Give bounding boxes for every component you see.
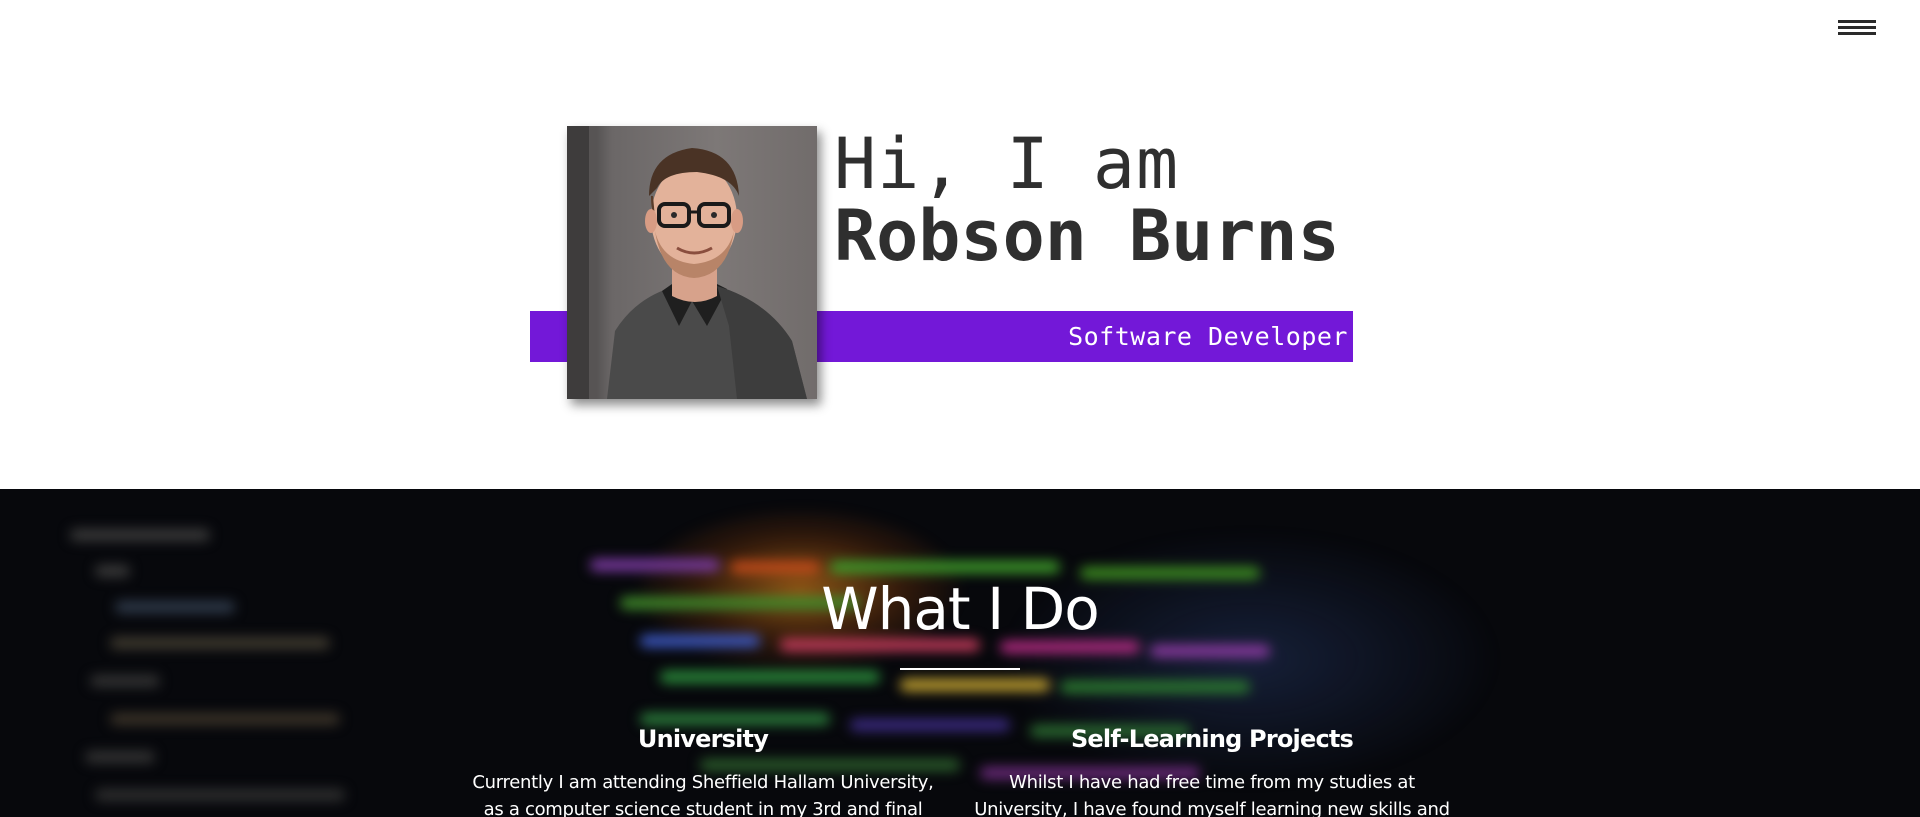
greeting-text: Hi, I am (834, 123, 1180, 205)
role-text: Software Developer (1068, 322, 1348, 351)
code-background-image (0, 489, 1920, 817)
portrait-image (567, 126, 817, 399)
menu-bar-bottom (1838, 32, 1876, 35)
portrait-illustration (567, 126, 807, 399)
university-heading: University (637, 725, 769, 753)
self-learning-text-line1: Whilst I have had free time from my stud… (1009, 772, 1415, 793)
menu-bar-middle (1838, 26, 1876, 29)
university-column: University Currently I am attending Shef… (460, 725, 946, 817)
self-learning-text-line2: University, I have found myself learning… (974, 799, 1450, 817)
hamburger-menu-icon[interactable] (1838, 18, 1876, 40)
hero-section: Software Developer Hi, I am Robson Burns (0, 0, 1920, 489)
what-i-do-section (0, 489, 1920, 817)
person-name: Robson Burns (834, 195, 1340, 277)
self-learning-heading: Self-Learning Projects (1070, 725, 1354, 753)
university-text-line1: Currently I am attending Sheffield Halla… (472, 772, 934, 793)
section-title: What I Do (821, 575, 1100, 643)
menu-bar-top (1838, 20, 1876, 23)
self-learning-column: Self-Learning Projects Whilst I have had… (966, 725, 1458, 817)
university-text-line2: as a computer science student in my 3rd … (483, 799, 923, 817)
title-divider (900, 668, 1020, 670)
